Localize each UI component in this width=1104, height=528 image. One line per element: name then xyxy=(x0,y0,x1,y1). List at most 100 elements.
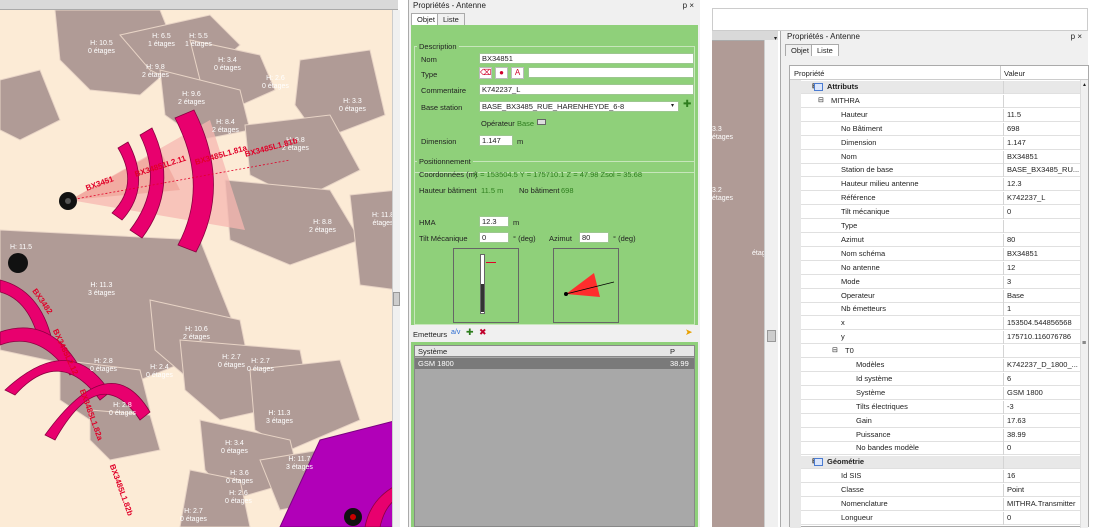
add-base-station-icon[interactable]: ✚ xyxy=(683,99,691,111)
property-value[interactable]: 0 xyxy=(1007,513,1083,522)
property-row[interactable]: Nb émetteurs 1 xyxy=(801,303,1083,317)
collapse-icon[interactable]: ⊟ xyxy=(818,96,824,104)
group-row[interactable]: ⊟ T0 xyxy=(801,345,1080,359)
col-systeme[interactable]: Système xyxy=(418,347,447,356)
property-row[interactable]: Hauteur 11.5 xyxy=(801,108,1083,122)
property-row[interactable]: No Bâtiment 698 xyxy=(801,122,1083,136)
property-value[interactable]: 153504.544856568 xyxy=(1007,318,1083,327)
pin-close-icon[interactable]: p × xyxy=(683,0,694,12)
hma-input[interactable]: 12.3 xyxy=(479,216,509,227)
property-row[interactable]: Type xyxy=(801,220,1080,233)
property-value[interactable]: GSM 1800 xyxy=(1007,388,1083,397)
property-row[interactable]: Tilt mécanique 0 xyxy=(801,206,1083,220)
property-value[interactable]: K742237_D_1800_... xyxy=(1007,360,1083,369)
property-row[interactable]: Système GSM 1800 xyxy=(801,386,1083,400)
building-label: H: 11.8 étages xyxy=(372,212,394,228)
property-row[interactable]: Nom BX34851 xyxy=(801,150,1083,164)
property-row[interactable]: No antenne 12 xyxy=(801,261,1083,275)
property-value[interactable]: 1.147 xyxy=(1007,138,1083,147)
property-row[interactable]: Azimut 80 xyxy=(801,233,1083,247)
property-row[interactable]: y 175710.116076786 xyxy=(801,331,1083,345)
property-row[interactable]: Référence K742237_L xyxy=(801,192,1083,206)
tab-liste[interactable]: Liste xyxy=(811,44,839,56)
pin-close-icon[interactable]: p × xyxy=(1071,31,1082,43)
property-value[interactable]: 16 xyxy=(1007,471,1083,480)
tab-liste[interactable]: Liste xyxy=(437,13,465,25)
property-row[interactable]: Operateur Base xyxy=(801,289,1083,303)
property-row[interactable]: Station de base BASE_BX3485_RU... xyxy=(801,164,1083,178)
property-row[interactable]: Hauteur milieu antenne 12.3 xyxy=(801,178,1083,192)
property-value[interactable]: 3 xyxy=(1007,277,1083,286)
property-value[interactable]: 80 xyxy=(1007,235,1083,244)
commentaire-input[interactable]: K742237_L xyxy=(479,84,694,95)
col-valeur[interactable]: Valeur xyxy=(1004,69,1025,78)
property-value[interactable]: BASE_BX3485_RU... xyxy=(1007,165,1083,174)
map-canvas[interactable] xyxy=(0,0,398,527)
panel-antenna-icon[interactable]: A xyxy=(511,67,524,79)
col-p[interactable]: P xyxy=(670,347,675,356)
property-value[interactable]: 175710.116076786 xyxy=(1007,332,1083,341)
collapse-icon[interactable]: ⊟ xyxy=(832,346,838,354)
directional-antenna-icon[interactable]: ⌫ xyxy=(479,67,492,79)
map-scrollbar[interactable] xyxy=(764,40,778,527)
col-propriete[interactable]: Propriété xyxy=(794,69,824,78)
base-station-select[interactable]: BASE_BX3485_RUE_HARENHEYDE_6-8 xyxy=(479,101,679,112)
property-value[interactable]: BX34851 xyxy=(1007,152,1083,161)
add-emitter-icon[interactable]: ✚ xyxy=(466,327,474,338)
property-row[interactable]: Gain 17.63 xyxy=(801,414,1083,428)
property-row[interactable]: No bandes modèle 0 xyxy=(801,442,1083,456)
property-value[interactable]: 17.63 xyxy=(1007,416,1083,425)
property-value[interactable]: MITHRA.Transmitter xyxy=(1007,499,1083,508)
dimension-input[interactable]: 1.147 xyxy=(479,135,513,146)
azimut-input[interactable]: 80 xyxy=(579,232,609,243)
property-row[interactable]: Classe Point xyxy=(801,484,1083,498)
property-row[interactable]: Id système 6 xyxy=(801,372,1083,386)
chevron-down-icon[interactable]: ▾ xyxy=(671,101,674,112)
property-value[interactable]: 12 xyxy=(1007,263,1083,272)
property-row[interactable]: Dimension 1.147 xyxy=(801,136,1083,150)
property-row[interactable]: Nom schéma BX34851 xyxy=(801,247,1083,261)
type-input[interactable] xyxy=(528,67,694,78)
building-floors: 0 étages xyxy=(180,516,207,523)
property-value[interactable]: 6 xyxy=(1007,374,1083,383)
property-value[interactable]: 1 xyxy=(1007,304,1083,313)
map-scrollbar[interactable] xyxy=(392,10,400,527)
property-value[interactable]: 0 xyxy=(1007,443,1083,452)
property-row[interactable]: Puissance 38.99 xyxy=(801,428,1083,442)
property-value[interactable]: -3 xyxy=(1007,402,1083,411)
property-value[interactable]: 11.5 xyxy=(1007,110,1083,119)
tilt-input[interactable]: 0 xyxy=(479,232,509,243)
map-view[interactable]: H: 10.5 0 étages H: 6.5 1 étages H: 5.5 1 éta… xyxy=(0,0,398,527)
category-row[interactable]: ⊟Géométrie xyxy=(801,456,1080,470)
property-value[interactable]: K742237_L xyxy=(1007,193,1083,202)
table-row[interactable]: GSM 1800 38.99 xyxy=(415,358,694,369)
group-row[interactable]: ⊟ MITHRA xyxy=(801,94,1080,108)
property-name: Nomenclature xyxy=(841,499,888,508)
omni-antenna-icon[interactable]: ● xyxy=(495,67,508,79)
property-row[interactable]: x 153504.544856568 xyxy=(801,317,1083,331)
property-value[interactable]: Point xyxy=(1007,485,1083,494)
scroll-thumb[interactable] xyxy=(767,330,776,342)
property-value[interactable]: 38.99 xyxy=(1007,430,1083,439)
scroll-up-icon[interactable]: ▲ xyxy=(1082,82,1087,88)
property-value[interactable]: 698 xyxy=(1007,124,1083,133)
property-row[interactable]: Tilts électriques -3 xyxy=(801,400,1083,414)
property-row[interactable]: Longueur 0 xyxy=(801,511,1083,525)
property-row[interactable]: Id SIS 16 xyxy=(801,470,1083,484)
building-label: H: 5.5 1 étages xyxy=(185,33,212,49)
delete-emitter-icon[interactable]: ✖ xyxy=(479,327,487,338)
edit-emitter-icon[interactable]: a/v xyxy=(451,329,460,336)
property-value[interactable]: 12.3 xyxy=(1007,179,1083,188)
property-row[interactable]: Nomenclature MITHRA.Transmitter xyxy=(801,498,1080,511)
property-row[interactable]: Modèles K742237_D_1800_... xyxy=(801,359,1080,372)
property-name: Puissance xyxy=(856,429,891,439)
property-name: Station de base xyxy=(841,165,894,175)
scroll-thumb[interactable] xyxy=(393,292,400,306)
nom-input[interactable]: BX34851 xyxy=(479,53,694,64)
property-value[interactable]: Base xyxy=(1007,291,1083,300)
property-row[interactable]: Mode 3 xyxy=(801,275,1083,289)
category-row[interactable]: ⊟Attributs xyxy=(801,81,1080,94)
property-value[interactable]: 0 xyxy=(1007,207,1083,216)
export-icon[interactable]: ➤ xyxy=(685,327,693,338)
property-value[interactable]: BX34851 xyxy=(1007,249,1083,258)
